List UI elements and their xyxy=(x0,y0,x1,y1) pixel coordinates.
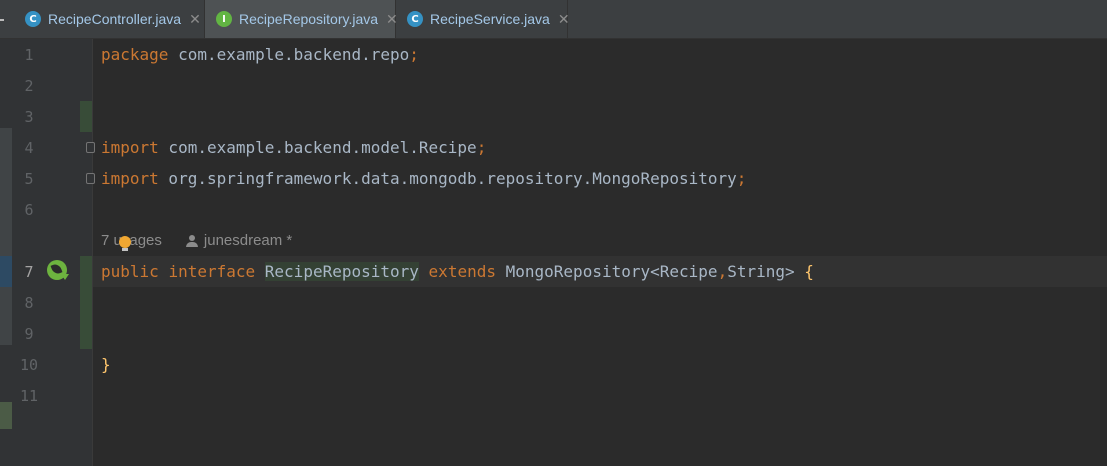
editor-gutter[interactable]: 1 2 3 4 5 6 7 8 9 10 11 xyxy=(0,39,95,466)
line-number: 5 xyxy=(24,170,34,188)
code-line-10[interactable]: } xyxy=(101,349,111,380)
keyword-extends: extends xyxy=(428,262,496,281)
keyword: import xyxy=(101,138,159,157)
vcs-change-marker[interactable] xyxy=(80,101,92,132)
ide-window: C RecipeController.java ✕ I RecipeReposi… xyxy=(0,0,1107,466)
navigate-arrow-icon[interactable] xyxy=(61,274,69,280)
class-icon: C xyxy=(407,11,423,27)
tab-label: RecipeController.java xyxy=(48,11,182,27)
author-name[interactable]: junesdream * xyxy=(204,225,292,256)
code-vision-hint[interactable]: 7 usages junesdream * xyxy=(101,225,292,256)
tab-recipe-repository[interactable]: I RecipeRepository.java ✕ xyxy=(205,0,398,38)
usages-count[interactable]: 7 usages xyxy=(101,225,162,256)
generic-close: > xyxy=(785,262,795,281)
editor-tab-bar: C RecipeController.java ✕ I RecipeReposi… xyxy=(0,0,1107,39)
keyword-interface: interface xyxy=(168,262,256,281)
semicolon: ; xyxy=(409,45,419,64)
interface-icon: I xyxy=(216,11,232,27)
line-number: 2 xyxy=(24,77,34,95)
code-line-5[interactable]: import org.springframework.data.mongodb.… xyxy=(101,163,746,194)
change-marker xyxy=(0,402,12,429)
class-icon: C xyxy=(25,11,41,27)
base-interface[interactable]: MongoRepository xyxy=(506,262,651,281)
tab-recipe-controller[interactable]: C RecipeController.java ✕ xyxy=(14,0,205,38)
lightbulb-icon[interactable] xyxy=(119,236,131,251)
brace-close: } xyxy=(101,355,111,374)
line-number: 3 xyxy=(24,108,34,126)
package-name: com.example.backend.repo xyxy=(168,45,410,64)
brace-open: { xyxy=(804,262,814,281)
keyword: import xyxy=(101,169,159,188)
tab-list-dropdown[interactable] xyxy=(0,12,12,26)
scroll-marker xyxy=(0,128,12,345)
person-icon xyxy=(185,234,198,247)
line-number: 4 xyxy=(24,139,34,157)
import-path: org.springframework.data.mongodb.reposit… xyxy=(158,169,737,188)
close-icon[interactable]: ✕ xyxy=(189,11,201,28)
generic-open: < xyxy=(650,262,660,281)
semicolon: ; xyxy=(476,138,487,157)
code-line-7[interactable]: public interface RecipeRepository extend… xyxy=(101,256,814,287)
line-number-current: 7 xyxy=(24,263,34,281)
line-number: 8 xyxy=(24,294,34,312)
keyword: package xyxy=(101,45,169,64)
line-number: 9 xyxy=(24,325,34,343)
keyword-public: public xyxy=(101,262,159,281)
line-number: 10 xyxy=(19,356,39,374)
code-editor[interactable]: package com.example.backend.repo; import… xyxy=(93,39,1107,466)
code-line-1[interactable]: package com.example.backend.repo; xyxy=(101,39,419,70)
current-line-marker xyxy=(0,256,12,287)
tab-label: RecipeRepository.java xyxy=(239,11,379,27)
type-param-1[interactable]: Recipe xyxy=(660,262,718,281)
vcs-change-marker[interactable] xyxy=(80,256,92,349)
tab-recipe-service[interactable]: C RecipeService.java ✕ xyxy=(396,0,570,38)
close-icon[interactable]: ✕ xyxy=(558,11,570,28)
line-number: 1 xyxy=(24,46,34,64)
interface-name[interactable]: RecipeRepository xyxy=(264,262,419,281)
line-number: 6 xyxy=(24,201,34,219)
comma: , xyxy=(717,262,728,281)
semicolon: ; xyxy=(736,169,747,188)
type-param-2[interactable]: String xyxy=(727,262,785,281)
import-path: com.example.backend.model.Recipe xyxy=(158,138,477,157)
code-line-4[interactable]: import com.example.backend.model.Recipe; xyxy=(101,132,486,163)
line-number: 11 xyxy=(19,387,39,405)
tab-label: RecipeService.java xyxy=(430,11,550,27)
